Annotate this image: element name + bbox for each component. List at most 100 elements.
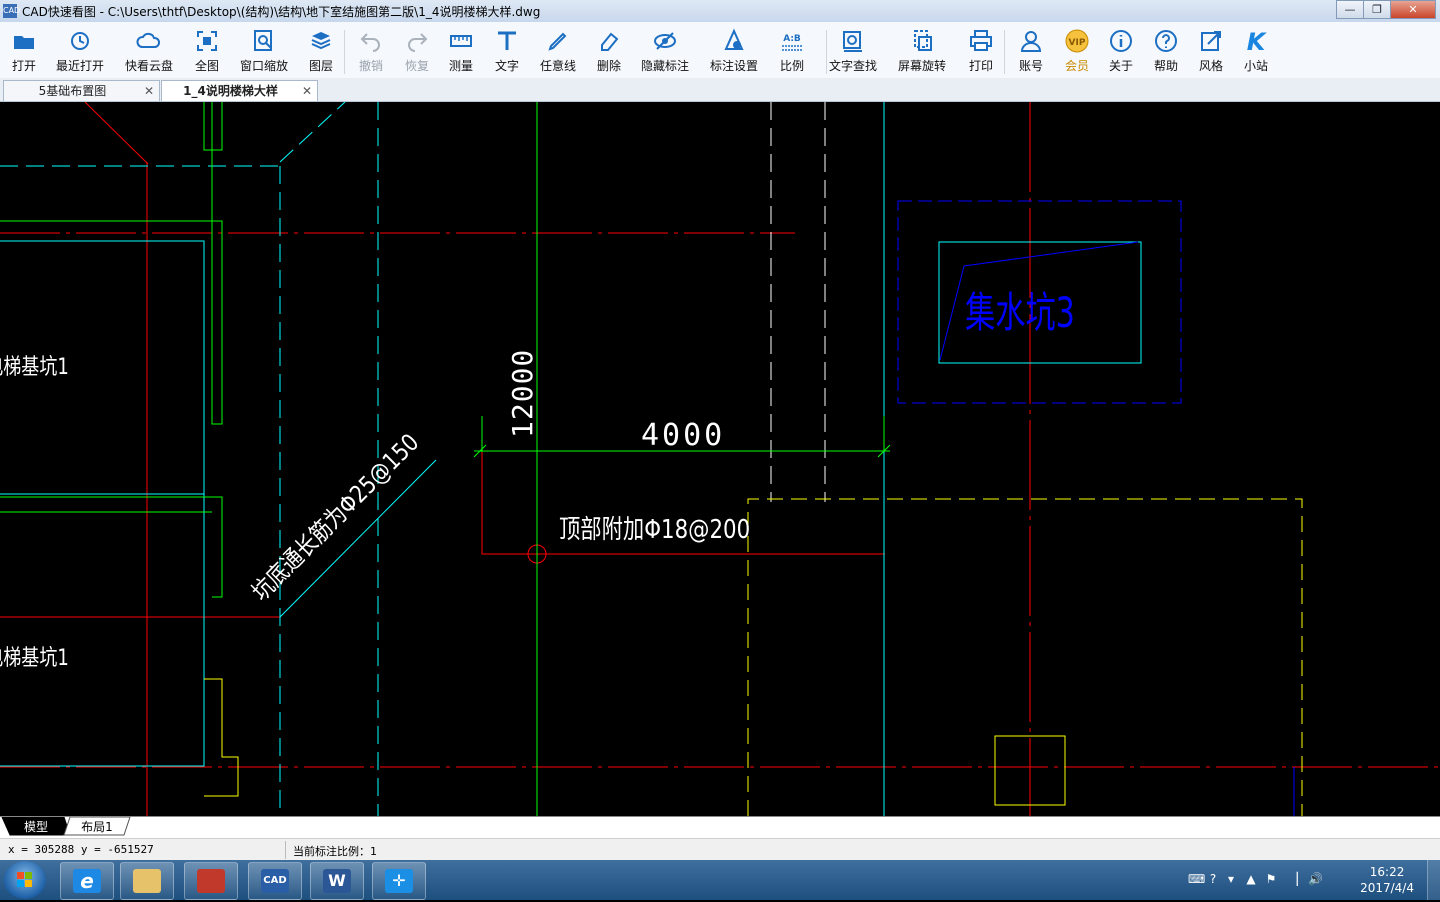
blue-leader	[939, 265, 965, 361]
layout-tab-bar: 模型 布局1	[0, 816, 1440, 838]
toolbar-button-scale[interactable]: A:B 比例	[768, 26, 816, 76]
toolbar-button-help[interactable]: 帮助	[1142, 26, 1190, 76]
app-logo-icon: CAD	[3, 4, 20, 18]
toolbar-button-eraser[interactable]: 删除	[585, 26, 633, 76]
info-icon	[1110, 30, 1132, 52]
toolbar-button-printer[interactable]: 打印	[957, 26, 1005, 76]
keyboard-icon[interactable]: ⌨	[1188, 872, 1205, 886]
toolbar-button-info[interactable]: 关于	[1097, 26, 1145, 76]
toolbar-label: 标注设置	[710, 59, 759, 73]
vip-icon: VIP	[1065, 29, 1089, 53]
status-bar: x = 305288 y = -651527 当前标注比例：1	[0, 838, 1440, 861]
toolbar-label: 撤销	[358, 59, 383, 73]
user-icon	[1020, 31, 1042, 52]
toolbar-separator	[1004, 30, 1005, 74]
toolbar-separator	[826, 30, 827, 74]
show-desktop-button[interactable]	[1427, 860, 1440, 900]
network-icon[interactable]: ▕	[1286, 872, 1300, 886]
ie-icon[interactable]: e	[60, 862, 114, 900]
toolbar-button-annotation-settings[interactable]: 标注设置	[710, 26, 758, 76]
pen-icon	[548, 32, 567, 51]
folder-open-icon	[14, 36, 34, 49]
drawing-canvas[interactable]: 电梯基坑1 电梯基坑1 12000 4000 坑底通长筋为Φ25@150 顶部附…	[0, 102, 1440, 816]
annotation-scale-text: 当前标注比例：1	[293, 845, 377, 858]
toolbar-label: 账号	[1018, 59, 1043, 73]
toolbar-button-vip[interactable]: VIP 会员	[1053, 26, 1101, 76]
toolbar-button-text-search[interactable]: 文字查找	[829, 26, 877, 76]
restore-button[interactable]: ❐	[1363, 0, 1391, 19]
toolbar-label: 测量	[448, 59, 473, 73]
clock-date: 2017/4/4	[1360, 881, 1414, 895]
toolbar-button-eye-hide[interactable]: 隐藏标注	[641, 26, 689, 76]
elevator-pit-label-1: 电梯基坑1	[0, 353, 69, 379]
svg-text:A:B: A:B	[783, 34, 801, 44]
toolbar-button-zoom-window[interactable]: 窗口缩放	[240, 26, 288, 76]
toolbar-button-undo[interactable]: 撤销	[347, 26, 395, 76]
toolbar-label: 风格	[1198, 59, 1223, 73]
eraser-icon	[601, 32, 619, 51]
redo-icon	[408, 33, 428, 52]
style-icon	[1201, 31, 1221, 51]
tab-basic-layout[interactable]: 5基础布置图 ✕	[3, 80, 160, 101]
sump-label: 集水坑3	[965, 288, 1075, 337]
cad-app-icon[interactable]: CAD	[248, 862, 302, 900]
toolbar-label: 小站	[1243, 59, 1268, 73]
toolbar-label: 帮助	[1153, 59, 1178, 73]
toolbar-button-text[interactable]: 文字	[483, 26, 531, 76]
ime-icon[interactable]: ▾	[1224, 872, 1238, 886]
clock[interactable]: 16:22 2017/4/4	[1360, 864, 1414, 896]
elevator-pit-label-2: 电梯基坑1	[0, 644, 69, 670]
toolbar-button-style[interactable]: 风格	[1187, 26, 1235, 76]
explorer-icon[interactable]	[120, 862, 174, 900]
toolbar-label: 关于	[1108, 59, 1133, 73]
toolbar-button-layers[interactable]: 图层	[297, 26, 345, 76]
close-button[interactable]: ✕	[1390, 0, 1436, 19]
toolbar-button-rotate-screen[interactable]: 屏幕旋转	[898, 26, 946, 76]
help-tray-icon[interactable]: ?	[1206, 872, 1220, 886]
toolbar-label: 删除	[596, 59, 621, 73]
cloud-icon	[136, 32, 161, 48]
toolbar-button-redo[interactable]: 恢复	[393, 26, 441, 76]
tab-label: 1_4说明楼梯大样	[183, 84, 278, 98]
start-button[interactable]	[4, 861, 46, 899]
rebar-diagonal-text: 坑底通长筋为Φ25@150	[247, 429, 425, 607]
window-title: CAD快速看图 - C:\Users\thtf\Desktop\(结构)\结构\…	[22, 5, 541, 19]
toolbar-button-cloud[interactable]: 快看云盘	[125, 26, 173, 76]
toolbar-button-ruler[interactable]: 测量	[437, 26, 485, 76]
blue-leader	[963, 241, 1139, 267]
tab-model[interactable]: 模型	[12, 818, 60, 836]
toolbar-button-user[interactable]: 账号	[1007, 26, 1055, 76]
minimize-button[interactable]: —	[1336, 0, 1364, 19]
action-center-icon[interactable]: ⚑	[1264, 872, 1278, 886]
feixin-icon[interactable]: ✛	[372, 862, 426, 900]
pen-app-icon[interactable]	[184, 862, 238, 900]
coordinate-readout: x = 305288 y = -651527	[8, 843, 154, 856]
red-line	[84, 102, 149, 165]
toolbar-label: 屏幕旋转	[898, 59, 947, 73]
zoom-window-icon	[254, 30, 272, 51]
svg-text:VIP: VIP	[1069, 38, 1086, 48]
toolbar-label: 比例	[779, 59, 804, 73]
toolbar-label: 文字查找	[829, 59, 878, 73]
tab-stair-detail[interactable]: 1_4说明楼梯大样 ✕	[161, 80, 318, 101]
scale-icon: A:B	[782, 34, 802, 51]
dimension-4000: 4000	[641, 418, 725, 453]
toolbar-button-history[interactable]: 最近打开	[56, 26, 104, 76]
svg-text:K: K	[1247, 28, 1268, 54]
tab-layout1[interactable]: 布局1	[74, 818, 120, 836]
text-search-icon	[843, 31, 862, 52]
volume-icon[interactable]: 🔊	[1308, 872, 1323, 886]
toolbar-button-fullscreen[interactable]: 全图	[183, 26, 231, 76]
status-divider	[285, 841, 286, 859]
close-tab-icon[interactable]: ✕	[144, 81, 154, 101]
undo-icon	[360, 33, 380, 52]
close-tab-icon[interactable]: ✕	[302, 81, 312, 101]
show-hidden-icons[interactable]: ▲	[1244, 872, 1258, 886]
toolbar-button-k-station[interactable]: K 小站	[1232, 26, 1280, 76]
toolbar-button-folder-open[interactable]: 打开	[0, 26, 48, 76]
toolbar-label: 打印	[968, 59, 993, 73]
toolbar-label: 会员	[1064, 59, 1089, 73]
layers-icon	[311, 32, 331, 50]
toolbar-button-pen[interactable]: 任意线	[534, 26, 582, 76]
word-icon[interactable]: W	[310, 862, 364, 900]
